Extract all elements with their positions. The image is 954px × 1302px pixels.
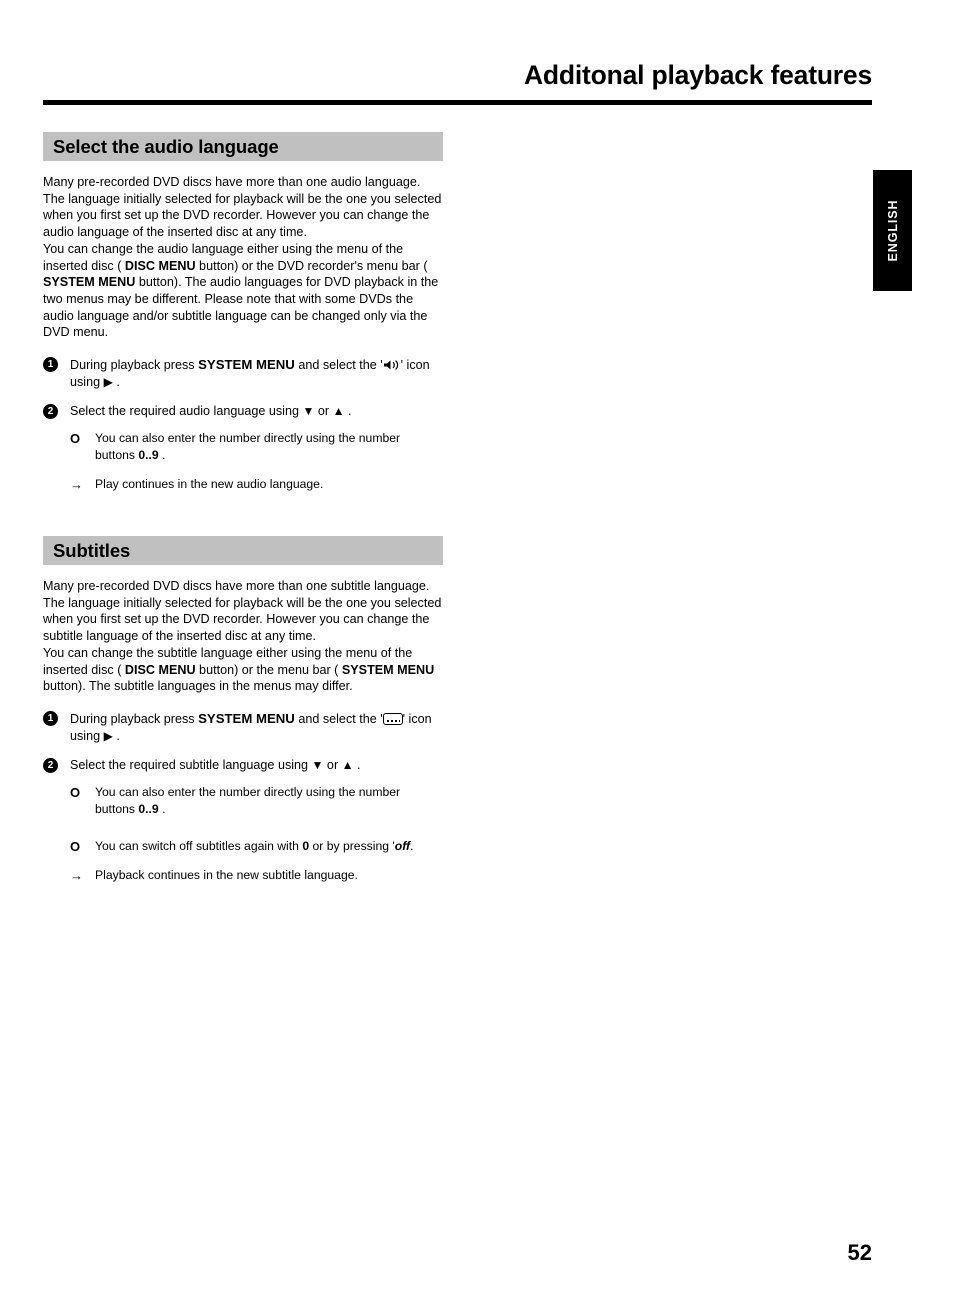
subtitles-paragraph-1: Many pre-recorded DVD discs have more th…: [43, 579, 442, 644]
subtitles-paragraph-2: You can change the subtitle language eit…: [43, 645, 443, 695]
section-select-the-audio-language: Select the audio language Many pre-recor…: [43, 132, 443, 493]
step-1: 1 During playback press SYSTEM MENU and …: [43, 356, 443, 391]
section-heading-label: Select the audio language: [53, 135, 279, 157]
step-number-badge: 2: [43, 757, 58, 773]
step-number-badge: 1: [43, 357, 58, 373]
subtitle-box-icon: [382, 712, 403, 725]
step-2: 2 Select the required subtitle language …: [43, 757, 443, 774]
section-heading-subtitles: Subtitles: [43, 536, 443, 566]
subtitles-steps: 1 During playback press SYSTEM MENU and …: [43, 710, 443, 884]
page-title: Additonal playback features: [523, 60, 872, 90]
audio-language-paragraph-2: You can change the audio language either…: [43, 241, 443, 341]
step-text: During playback press: [70, 711, 199, 726]
step-text: or: [323, 757, 342, 772]
off-button-label: off: [394, 838, 411, 853]
note-text: .: [158, 448, 166, 463]
step-text: Select the required audio language using: [70, 404, 303, 419]
step-text: .: [112, 728, 120, 743]
circle-bullet-icon: O: [70, 838, 81, 854]
note-text: or by pressing ': [309, 838, 395, 853]
paragraph-text: button) or the DVD recorder's menu bar (: [195, 258, 428, 273]
result-line: → Play continues in the new audio langua…: [43, 476, 443, 493]
step-text: and select the ': [294, 711, 383, 726]
step-text: Select the required subtitle language us…: [70, 757, 312, 772]
circle-bullet-icon: O: [70, 431, 81, 447]
paragraph-text: button) or the menu bar (: [195, 662, 342, 677]
step-text: .: [112, 375, 120, 390]
step-text: During playback press: [70, 358, 199, 373]
system-menu-button-name: SYSTEM MENU: [198, 710, 295, 726]
header-rule: [43, 100, 872, 105]
section-heading-label: Subtitles: [53, 539, 131, 561]
disc-menu-button-name: DISC MENU: [124, 662, 196, 677]
content-column: Select the audio language Many pre-recor…: [43, 132, 443, 884]
section-subtitles: Subtitles Many pre-recorded DVD discs ha…: [43, 536, 443, 884]
right-arrow-icon: ▶: [103, 728, 113, 743]
system-menu-button-name: SYSTEM MENU: [43, 275, 136, 290]
note-bullet: O You can switch off subtitles again wit…: [43, 838, 443, 855]
result-text: Play continues in the new audio language…: [95, 477, 324, 492]
step-number-badge: 1: [43, 710, 58, 726]
audio-language-paragraph-1: Many pre-recorded DVD discs have more th…: [43, 175, 442, 240]
result-arrow-icon: →: [70, 477, 83, 493]
circle-bullet-icon: O: [70, 784, 81, 800]
result-line: → Playback continues in the new subtitle…: [43, 867, 443, 884]
step-text: .: [353, 757, 361, 772]
down-arrow-icon: ▼: [311, 757, 324, 772]
number-buttons-label: 0..9: [138, 801, 159, 816]
down-arrow-icon: ▼: [302, 404, 315, 419]
paragraph-text: button). The subtitle languages in the m…: [43, 679, 353, 694]
step-text: .: [344, 404, 352, 419]
language-tab: ENGLISH: [873, 170, 912, 291]
up-arrow-icon: ▲: [341, 757, 354, 772]
language-tab-label: ENGLISH: [885, 199, 900, 262]
right-arrow-icon: ▶: [103, 375, 113, 390]
note-bullet: O You can also enter the number directly…: [43, 430, 443, 464]
audio-language-steps: 1 During playback press SYSTEM MENU and …: [43, 356, 443, 493]
step-text: or: [314, 404, 333, 419]
note-bullet: O You can also enter the number directly…: [43, 784, 443, 818]
section-heading-audio-language: Select the audio language: [43, 132, 443, 161]
page-number: 52: [847, 1240, 872, 1265]
note-text: You can switch off subtitles again with: [95, 838, 303, 853]
number-buttons-label: 0..9: [138, 448, 159, 463]
step-2: 2 Select the required audio language usi…: [43, 403, 443, 420]
step-text: and select the ': [294, 358, 383, 373]
result-arrow-icon: →: [70, 867, 83, 883]
system-menu-button-name: SYSTEM MENU: [341, 662, 435, 677]
step-number-badge: 2: [43, 404, 58, 420]
note-text: .: [158, 801, 166, 816]
disc-menu-button-name: DISC MENU: [124, 258, 196, 273]
audio-speaker-icon: [383, 359, 401, 371]
system-menu-button-name: SYSTEM MENU: [198, 357, 295, 373]
step-1: 1 During playback press SYSTEM MENU and …: [43, 710, 443, 745]
up-arrow-icon: ▲: [332, 404, 345, 419]
result-text: Playback continues in the new subtitle l…: [95, 867, 358, 882]
note-text: .: [410, 838, 414, 853]
